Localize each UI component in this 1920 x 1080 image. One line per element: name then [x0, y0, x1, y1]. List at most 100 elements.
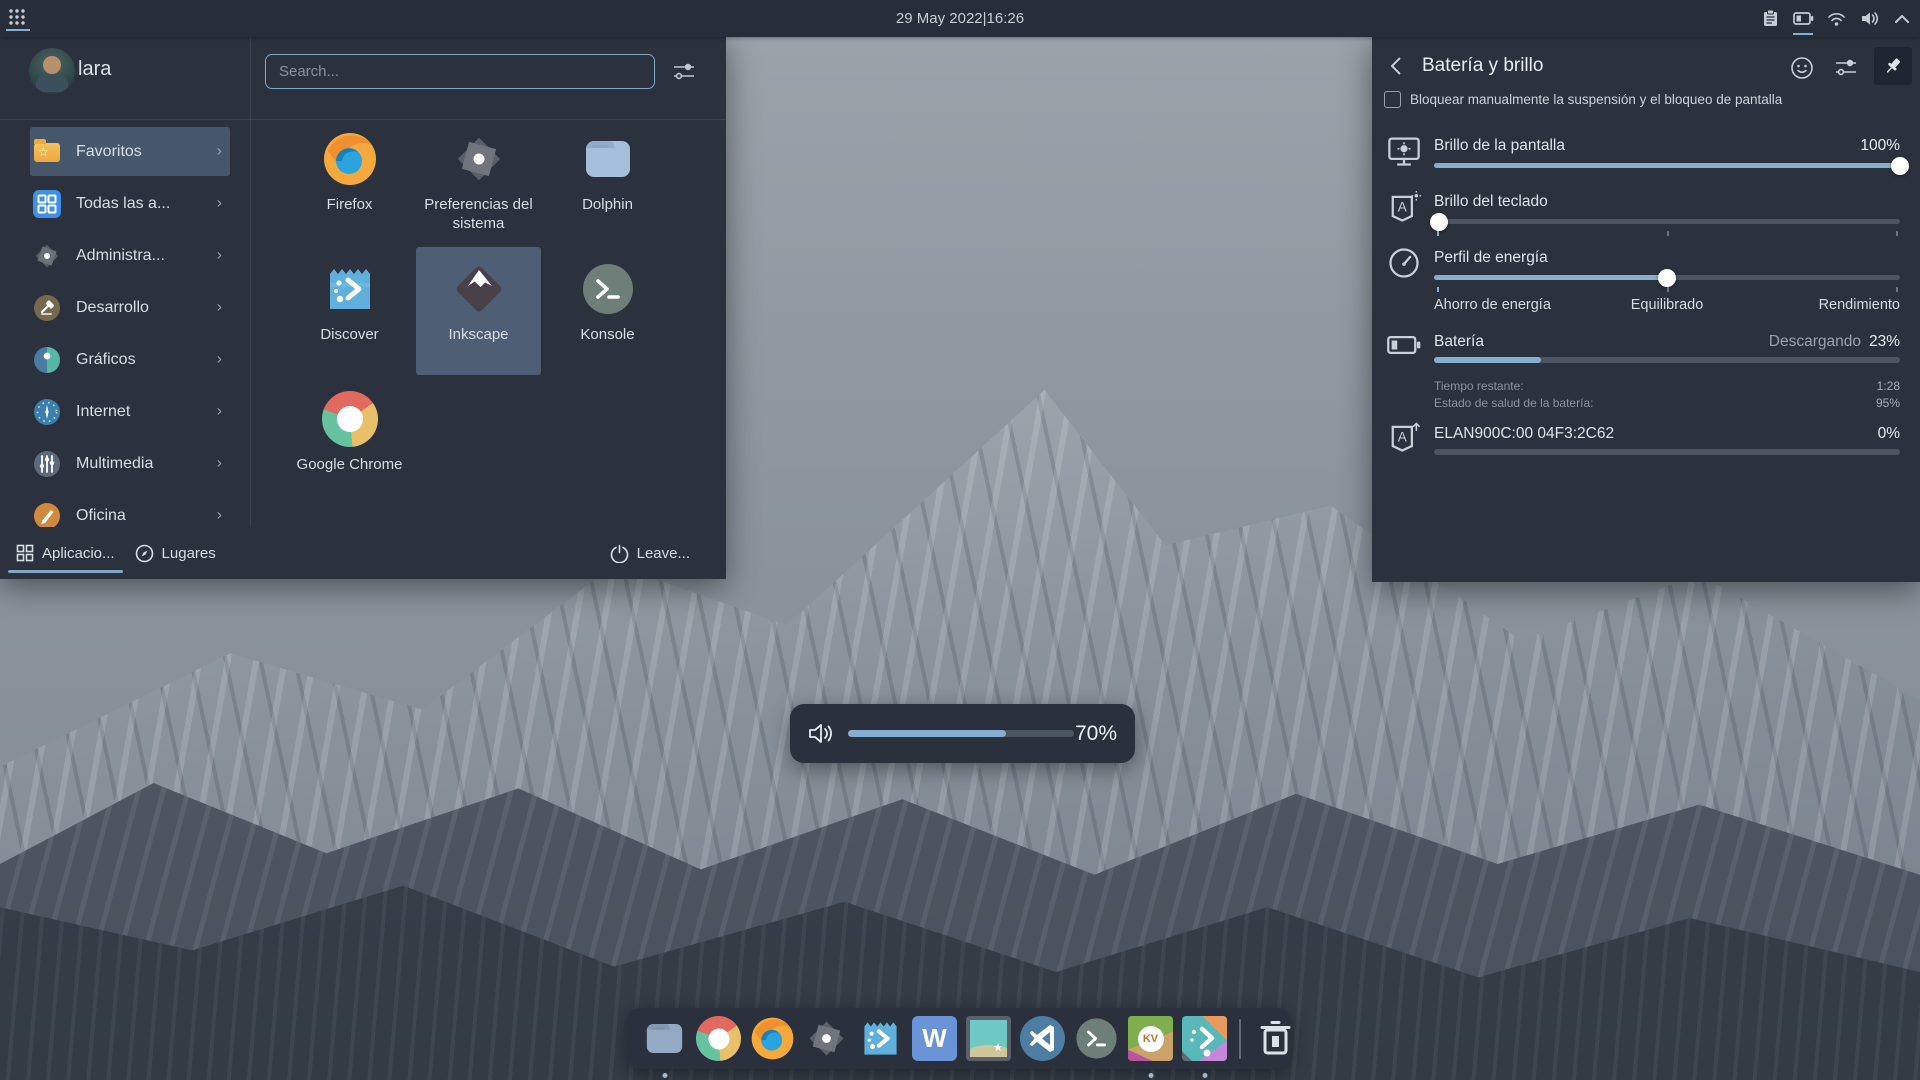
- dock-item-konsole[interactable]: [1074, 1016, 1119, 1061]
- system-tray: [1758, 0, 1914, 37]
- dock-item-kv-app[interactable]: KV: [1128, 1016, 1173, 1061]
- screen-brightness-row: Brillo de la pantalla 100%: [1434, 137, 1900, 155]
- system-settings-icon: [451, 131, 507, 187]
- dock-item-icon-viewer[interactable]: [1182, 1016, 1227, 1061]
- expand-tray-icon[interactable]: [1890, 0, 1914, 37]
- chevron-right-icon: [217, 142, 222, 160]
- category-todas-las-aplicaciones[interactable]: Todas las a...: [30, 179, 230, 228]
- firefox-icon: [750, 1016, 795, 1061]
- option-equilibrado[interactable]: Equilibrado: [1631, 297, 1704, 313]
- peripheral-battery-icon: A: [1386, 419, 1422, 455]
- category-internet[interactable]: Internet: [30, 387, 230, 436]
- battery-row: Batería Descargando23%: [1434, 333, 1900, 351]
- panel-title: Batería y brillo: [1422, 55, 1543, 77]
- writer-w-icon: W: [912, 1016, 957, 1061]
- emoji-icon[interactable]: [1790, 56, 1814, 80]
- chevron-right-icon: [217, 454, 222, 472]
- system-settings-icon: [804, 1016, 849, 1061]
- pin-icon[interactable]: [1874, 47, 1912, 85]
- internet-icon: [33, 398, 61, 426]
- dock-item-gwenview[interactable]: ★: [966, 1016, 1011, 1061]
- tab-aplicaciones[interactable]: Aplicacio...: [6, 527, 125, 579]
- applications-tab-icon: [16, 544, 34, 562]
- volume-bar: [848, 730, 1074, 737]
- chevron-right-icon: [217, 402, 222, 420]
- dock-item-writer[interactable]: W: [912, 1016, 957, 1061]
- dock-item-trash[interactable]: [1253, 1016, 1298, 1061]
- app-konsole[interactable]: Konsole: [545, 247, 670, 373]
- trash-icon: [1253, 1016, 1298, 1061]
- configure-icon[interactable]: [1834, 57, 1858, 79]
- running-indicator: [1148, 1073, 1153, 1078]
- dock-item-vscode[interactable]: [1020, 1016, 1065, 1061]
- chevron-right-icon: [217, 506, 222, 524]
- app-dolphin[interactable]: Dolphin: [545, 117, 670, 243]
- gwenview-image-icon: ★: [966, 1016, 1011, 1061]
- back-button[interactable]: [1384, 53, 1414, 83]
- app-discover[interactable]: Discover: [287, 247, 412, 373]
- dock-separator: [1239, 1019, 1241, 1059]
- favorites-folder-icon: ☆: [33, 138, 61, 166]
- power-profile-ticks: [1434, 287, 1900, 292]
- battery-icon[interactable]: [1791, 0, 1815, 37]
- checkbox-unchecked[interactable]: [1384, 91, 1401, 108]
- wifi-icon[interactable]: [1824, 0, 1848, 37]
- category-graficos[interactable]: Gráficos: [30, 335, 230, 384]
- category-desarrollo[interactable]: Desarrollo: [30, 283, 230, 332]
- app-inkscape[interactable]: Inkscape: [416, 247, 541, 375]
- chrome-icon: [696, 1016, 741, 1061]
- leave-power-icon: [610, 544, 629, 563]
- speaker-icon: [808, 721, 835, 746]
- category-favoritos[interactable]: ☆ Favoritos: [30, 127, 230, 176]
- konsole-icon: [1074, 1016, 1119, 1061]
- app-firefox[interactable]: Firefox: [287, 117, 412, 243]
- konsole-icon: [580, 261, 636, 317]
- tab-lugares[interactable]: Lugares: [125, 527, 226, 579]
- chrome-icon: [322, 391, 378, 447]
- discover-icon: [322, 261, 378, 317]
- option-ahorro[interactable]: Ahorro de energía: [1434, 297, 1551, 313]
- category-multimedia[interactable]: Multimedia: [30, 439, 230, 488]
- option-rendimiento[interactable]: Rendimiento: [1819, 297, 1900, 313]
- inkscape-icon: [451, 261, 507, 317]
- chevron-right-icon: [217, 350, 222, 368]
- volume-icon[interactable]: [1857, 0, 1881, 37]
- firefox-icon: [322, 131, 378, 187]
- app-preferencias-del-sistema[interactable]: Preferencias del sistema: [416, 117, 541, 243]
- all-apps-icon: [33, 190, 61, 218]
- keyboard-brightness-row: Brillo del teclado: [1434, 193, 1900, 211]
- volume-osd: 70%: [790, 704, 1135, 763]
- leave-button[interactable]: Leave...: [610, 527, 690, 579]
- dock-item-discover[interactable]: [858, 1016, 903, 1061]
- app-google-chrome[interactable]: Google Chrome: [287, 377, 412, 503]
- kv-gallery-icon: KV: [1128, 1016, 1173, 1061]
- battery-status-value: Descargando23%: [1769, 333, 1900, 351]
- power-profile-icon: [1386, 245, 1422, 281]
- dock-item-dolphin[interactable]: [642, 1016, 687, 1061]
- svg-text:A: A: [1398, 200, 1407, 215]
- battery-time-remaining: Tiempo restante: 1:28: [1434, 379, 1900, 393]
- manual-lock-checkbox-row[interactable]: Bloquear manualmente la suspensión y el …: [1384, 91, 1782, 109]
- multimedia-icon: [33, 450, 61, 478]
- vscode-icon: [1020, 1016, 1065, 1061]
- dock-item-firefox[interactable]: [750, 1016, 795, 1061]
- power-profile-slider[interactable]: [1434, 275, 1900, 280]
- svg-text:A: A: [1398, 430, 1407, 445]
- discover-icon: [858, 1016, 903, 1061]
- keyboard-slider-ticks: [1434, 231, 1900, 236]
- dock-item-system-settings[interactable]: [804, 1016, 849, 1061]
- battery-row-icon: [1386, 327, 1422, 363]
- clipboard-icon[interactable]: [1758, 0, 1782, 37]
- user-avatar[interactable]: [29, 48, 75, 94]
- digital-clock[interactable]: 29 May 2022|16:26: [0, 0, 1920, 37]
- screen-brightness-icon: [1386, 133, 1422, 169]
- search-filter-button[interactable]: [672, 61, 696, 83]
- search-input[interactable]: [265, 54, 655, 89]
- category-administracion[interactable]: Administra...: [30, 231, 230, 280]
- screen-brightness-slider[interactable]: [1434, 163, 1900, 168]
- chevron-right-icon: [217, 246, 222, 264]
- volume-value: 70%: [1075, 722, 1117, 746]
- keyboard-brightness-slider[interactable]: [1434, 219, 1900, 224]
- chevron-right-icon: [217, 298, 222, 316]
- dock-item-chrome[interactable]: [696, 1016, 741, 1061]
